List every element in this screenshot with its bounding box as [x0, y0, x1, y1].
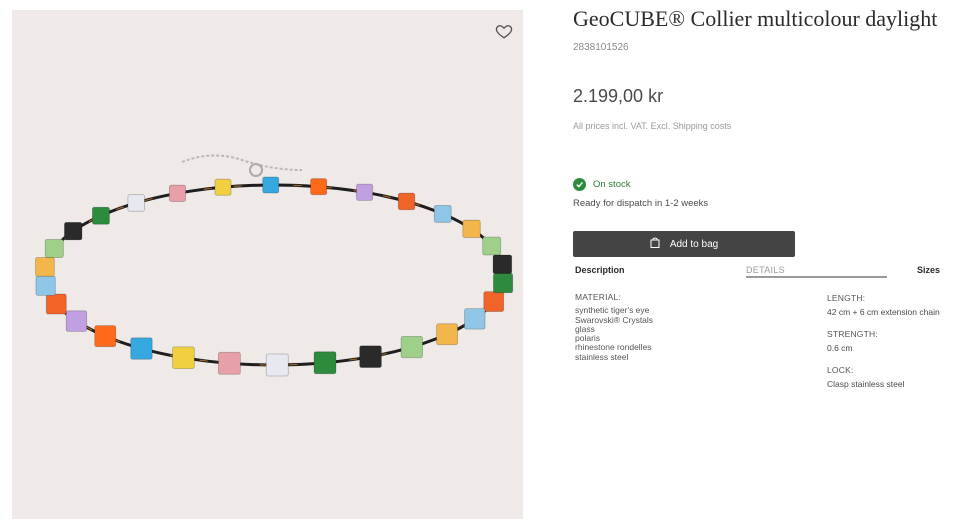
- product-title: GeoCUBE® Collier multicolour daylight: [573, 6, 938, 31]
- product-image[interactable]: [12, 10, 523, 519]
- necklace-cube: [493, 273, 514, 294]
- necklace-cube: [64, 221, 83, 241]
- info-tabs: Description DETAILS Sizes: [573, 262, 940, 278]
- necklace-cube: [483, 291, 505, 312]
- check-circle-icon: [573, 178, 586, 191]
- dispatch-info: Ready for dispatch in 1-2 weeks: [573, 198, 709, 209]
- necklace-cube: [35, 257, 55, 277]
- length-spec: LENGTH: 42 cm + 6 cm extension chain: [827, 293, 940, 317]
- necklace-cube: [217, 351, 241, 375]
- size-spec: LENGTH: 42 cm + 6 cm extension chain STR…: [827, 293, 940, 401]
- tab-sizes[interactable]: Sizes: [917, 265, 940, 275]
- necklace-cube: [397, 192, 416, 211]
- strength-label: STRENGTH:: [827, 329, 878, 339]
- length-value: 42 cm + 6 cm extension chain: [827, 307, 940, 317]
- necklace-cube: [482, 236, 502, 256]
- necklace-cube: [94, 325, 117, 348]
- add-to-bag-button[interactable]: Add to bag: [573, 231, 795, 257]
- necklace-cube: [265, 353, 289, 377]
- material-item: stainless steel: [575, 351, 629, 362]
- necklace-cube: [262, 176, 280, 194]
- product-price: 2.199,00 kr: [573, 86, 664, 106]
- length-label: LENGTH:: [827, 293, 866, 303]
- vat-note[interactable]: All prices incl. VAT. Excl. Shipping cos…: [573, 121, 731, 131]
- necklace-cube: [168, 184, 187, 202]
- necklace-cube: [400, 335, 423, 359]
- necklace-cube: [172, 346, 195, 370]
- strength-spec: STRENGTH: 0.6 cm: [827, 329, 940, 353]
- necklace-cube: [92, 206, 110, 225]
- stock-status: On stock: [573, 178, 631, 191]
- necklace-cube: [130, 337, 153, 360]
- shopping-bag-icon: [650, 237, 660, 251]
- necklace-cube: [127, 194, 145, 212]
- add-to-bag-label: Add to bag: [669, 238, 719, 250]
- strength-value: 0.6 cm: [827, 343, 853, 353]
- necklace-cube: [356, 183, 374, 201]
- necklace-cube: [492, 254, 513, 275]
- material-label: MATERIAL:: [575, 292, 622, 302]
- necklace-cube: [436, 323, 458, 346]
- necklace-illustration: [35, 154, 514, 377]
- heart-icon[interactable]: [495, 22, 513, 40]
- lock-spec: LOCK: Clasp stainless steel: [827, 365, 940, 389]
- necklace-cube: [45, 293, 67, 315]
- stock-label: On stock: [593, 179, 631, 190]
- necklace-cube: [35, 275, 56, 296]
- tab-details[interactable]: DETAILS: [746, 265, 785, 275]
- necklace-cube: [65, 310, 88, 332]
- necklace-cube: [310, 178, 328, 196]
- product-sku: 2838101526: [573, 42, 629, 53]
- necklace-cube: [44, 238, 64, 258]
- necklace-cube: [433, 204, 452, 223]
- lock-label: LOCK:: [827, 365, 854, 375]
- necklace-cube: [214, 178, 232, 196]
- lock-value: Clasp stainless steel: [827, 379, 905, 389]
- necklace-cube: [359, 345, 382, 368]
- necklace-cube: [464, 308, 486, 330]
- tab-description[interactable]: Description: [575, 265, 625, 275]
- material-spec: MATERIAL: synthetic tiger's eye Swarovsk…: [575, 292, 653, 362]
- active-tab-indicator: [746, 276, 887, 278]
- vat-note-text: All prices incl. VAT. Excl. Shipping cos…: [573, 121, 732, 131]
- necklace-cube: [462, 219, 481, 239]
- necklace-cube: [313, 351, 337, 375]
